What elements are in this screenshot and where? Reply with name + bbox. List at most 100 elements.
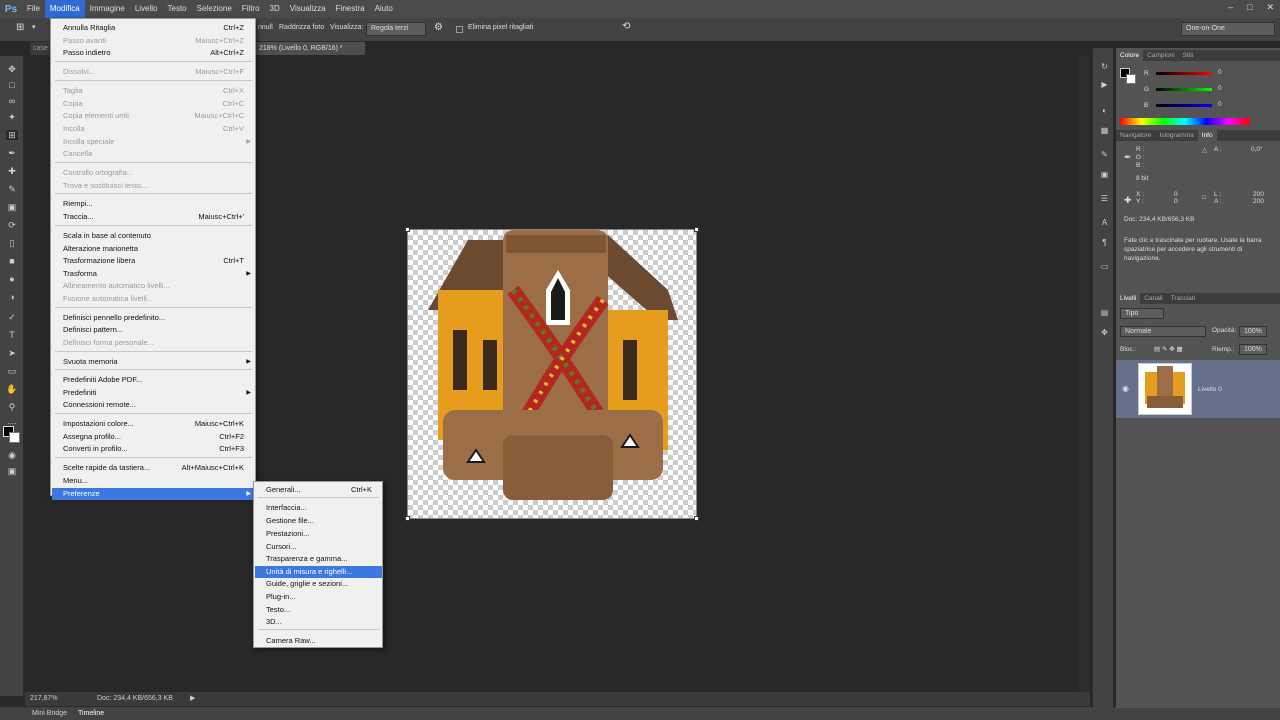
history-icon[interactable]: ↻ xyxy=(1099,62,1110,72)
edit-menu-item[interactable]: Annulla Ritaglia Ctrl+Z xyxy=(52,22,255,34)
tab-info[interactable]: Info xyxy=(1197,130,1217,141)
edit-menu-item[interactable]: Scelte rapide da tastiera... Alt+Maiusc+C… xyxy=(52,462,255,474)
crop-handle-bl[interactable] xyxy=(405,516,410,521)
document-tab[interactable]: 218% (Livello 0, RGB/16) * xyxy=(255,42,365,55)
edit-menu-item[interactable]: Riempi... xyxy=(52,198,255,210)
color-bg-swatch[interactable] xyxy=(1126,74,1136,84)
crop-handle-tl[interactable] xyxy=(405,227,410,232)
tab-tracciati[interactable]: Tracciati xyxy=(1167,293,1199,304)
stamp-tool-icon[interactable]: ▣ xyxy=(6,202,18,212)
tab-colore[interactable]: Colore xyxy=(1116,50,1144,61)
layer-comps-icon[interactable]: ▤ xyxy=(1099,308,1110,318)
menu-aiuto[interactable]: Aiuto xyxy=(370,0,398,18)
menu-modifica[interactable]: Modifica xyxy=(44,0,85,18)
menu-visualizza[interactable]: Visualizza xyxy=(285,0,331,18)
menu-immagine[interactable]: Immagine xyxy=(85,0,130,18)
blend-mode-select[interactable]: Normale xyxy=(1120,326,1206,337)
g-slider[interactable] xyxy=(1156,88,1212,91)
reset-icon[interactable]: ⟲ xyxy=(622,21,630,32)
eraser-tool-icon[interactable]: ▯ xyxy=(6,238,18,248)
brush-tool-icon[interactable]: ✎ xyxy=(6,184,18,194)
workspace-select[interactable]: One-on-One xyxy=(1181,22,1275,36)
chevron-down-icon[interactable]: ▾ xyxy=(32,23,36,31)
edit-menu-item[interactable]: Connessioni remote... xyxy=(52,399,255,411)
edit-menu-item[interactable]: Trasforma ▶ xyxy=(52,268,255,280)
marquee-tool-icon[interactable]: □ xyxy=(6,80,18,90)
quick-mask-icon[interactable]: ◉ xyxy=(6,450,18,460)
preferences-menu-item[interactable]: Plug-in... xyxy=(255,591,382,603)
b-value[interactable]: 0 xyxy=(1218,101,1222,108)
brush-panel-icon[interactable]: ✎ xyxy=(1099,150,1110,160)
type-tool-icon[interactable]: T xyxy=(6,330,18,340)
history-brush-icon[interactable]: ⟳ xyxy=(6,220,18,230)
layer-thumbnail[interactable] xyxy=(1138,363,1192,415)
edit-menu-item[interactable]: Alterazione marionetta xyxy=(52,243,255,255)
preferences-menu-item[interactable]: Interfaccia... xyxy=(255,502,382,514)
menu-livello[interactable]: Livello xyxy=(130,0,163,18)
character-icon[interactable]: A xyxy=(1099,218,1110,228)
lock-icon[interactable]: ▤ ✎ ✥ ▦ xyxy=(1154,345,1183,353)
delete-pixels-checkbox[interactable] xyxy=(456,26,463,33)
quick-selection-icon[interactable]: ✦ xyxy=(6,112,18,122)
menu-3d[interactable]: 3D xyxy=(265,0,285,18)
edit-menu-item[interactable]: Scala in base al contenuto xyxy=(52,230,255,242)
layer-row[interactable]: ◉ Livello 0 xyxy=(1116,360,1280,418)
healing-brush-icon[interactable]: ✚ xyxy=(6,166,18,176)
edit-menu-item[interactable]: Predefiniti Adobe PDF... xyxy=(52,374,255,386)
zoom-tool-icon[interactable]: ⚲ xyxy=(6,402,18,412)
dodge-tool-icon[interactable]: ◑ xyxy=(6,292,18,302)
edit-menu-item[interactable]: Impostazioni colore... Maiusc+Ctrl+K xyxy=(52,418,255,430)
straighten-button[interactable]: Raddrizza foto xyxy=(279,24,324,31)
menu-selezione[interactable]: Selezione xyxy=(192,0,237,18)
edit-menu-item[interactable]: Preferenze ▶ xyxy=(52,488,255,500)
actions-icon[interactable]: ▶ xyxy=(1099,80,1110,90)
tab-canali[interactable]: Canali xyxy=(1140,293,1166,304)
edit-menu-item[interactable]: Traccia... Maiusc+Ctrl+' xyxy=(52,211,255,223)
hand-tool-icon[interactable]: ✋ xyxy=(6,384,18,394)
shape-tool-icon[interactable]: ▭ xyxy=(6,366,18,376)
zoom-level[interactable]: 217,87% xyxy=(30,695,58,702)
preferences-menu-item[interactable]: Gestione file... xyxy=(255,515,382,527)
crop-handle-br[interactable] xyxy=(694,516,699,521)
layer-name[interactable]: Livello 0 xyxy=(1198,386,1222,393)
preferences-menu-item[interactable]: Testo... xyxy=(255,604,382,616)
screen-mode-icon[interactable]: ▣ xyxy=(6,466,18,476)
preferences-menu-item[interactable]: Guide, griglie e sezioni... xyxy=(255,578,382,590)
preferences-menu-item[interactable]: Cursori... xyxy=(255,541,382,553)
g-value[interactable]: 0 xyxy=(1218,85,1222,92)
edit-menu-item[interactable]: Assegna profilo... Ctrl+F2 xyxy=(52,431,255,443)
styles-icon[interactable]: ▦ xyxy=(1099,126,1110,136)
adjustments-icon[interactable]: ◐ xyxy=(1099,106,1110,116)
edit-menu-item[interactable]: Trasformazione libera Ctrl+T xyxy=(52,255,255,267)
edit-menu-item[interactable]: Svuota memoria ▶ xyxy=(52,356,255,368)
spectrum-bar[interactable] xyxy=(1120,118,1250,125)
blur-tool-icon[interactable]: ● xyxy=(6,274,18,284)
tab-stili[interactable]: Stili xyxy=(1179,50,1197,61)
menu-testo[interactable]: Testo xyxy=(163,0,192,18)
status-arrow-icon[interactable]: ▶ xyxy=(190,694,195,702)
maximize-icon[interactable]: □ xyxy=(1247,2,1252,13)
edit-menu-item[interactable]: Predefiniti ▶ xyxy=(52,387,255,399)
tab-campioni[interactable]: Campioni xyxy=(1143,50,1178,61)
document-tab-previous[interactable]: case xyxy=(30,42,50,55)
preferences-menu-item[interactable]: Prestazioni... xyxy=(255,528,382,540)
tab-navigatore[interactable]: Navigatore xyxy=(1116,130,1155,141)
info-panel-icon[interactable]: ▭ xyxy=(1099,262,1110,272)
layer-kind-filter[interactable]: Tipo xyxy=(1120,308,1164,319)
r-value[interactable]: 0 xyxy=(1218,69,1222,76)
minimize-icon[interactable]: – xyxy=(1228,2,1233,13)
preferences-menu-item[interactable]: Unità di misura e righelli... xyxy=(255,566,382,578)
r-slider[interactable] xyxy=(1156,72,1212,75)
tab-istogramma[interactable]: Istogramma xyxy=(1155,130,1197,141)
crop-tool-icon[interactable]: ⊞ xyxy=(16,22,24,33)
lasso-tool-icon[interactable]: ∞ xyxy=(6,96,18,106)
opacity-field[interactable]: 100% xyxy=(1239,326,1267,337)
tool-presets-icon[interactable]: ✥ xyxy=(1099,328,1110,338)
timeline-tab[interactable]: Timeline xyxy=(78,710,104,717)
clone-source-icon[interactable]: ▣ xyxy=(1099,170,1110,180)
gear-icon[interactable]: ⚙ xyxy=(434,22,443,33)
vertical-scrollbar[interactable] xyxy=(1079,56,1089,692)
crop-handle-tr[interactable] xyxy=(694,227,699,232)
pen-tool-icon[interactable]: ✓ xyxy=(6,312,18,322)
edit-menu-item[interactable]: Definisci pennello predefinito... xyxy=(52,312,255,324)
